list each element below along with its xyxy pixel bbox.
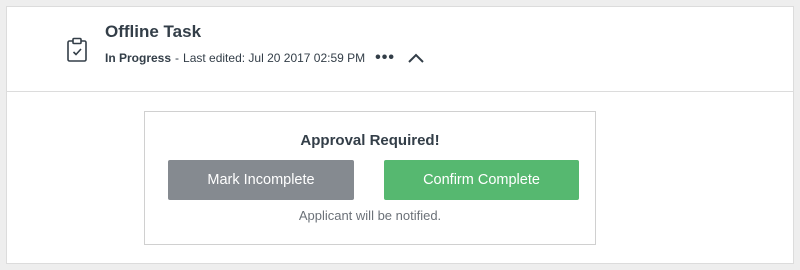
approval-title: Approval Required! (300, 132, 440, 149)
task-header: Offline Task In Progress - Last edited: … (7, 7, 793, 92)
meta-separator: - (175, 51, 180, 65)
status-label: In Progress (105, 51, 172, 65)
notification-notice: Applicant will be notified. (298, 208, 442, 223)
approval-panel: Approval Required! Mark Incomplete Confi… (144, 111, 596, 245)
chevron-up-icon[interactable] (407, 52, 425, 64)
mark-incomplete-button[interactable]: Mark Incomplete (168, 160, 354, 200)
task-meta: In Progress - Last edited: Jul 20 2017 0… (105, 50, 425, 66)
more-options-icon[interactable]: ••• (375, 50, 395, 66)
clipboard-check-icon (65, 37, 89, 63)
task-title: Offline Task (105, 22, 202, 41)
last-edited-text: Last edited: Jul 20 2017 02:59 PM (183, 51, 366, 65)
task-card: Offline Task In Progress - Last edited: … (6, 6, 794, 264)
confirm-complete-button[interactable]: Confirm Complete (384, 160, 579, 200)
